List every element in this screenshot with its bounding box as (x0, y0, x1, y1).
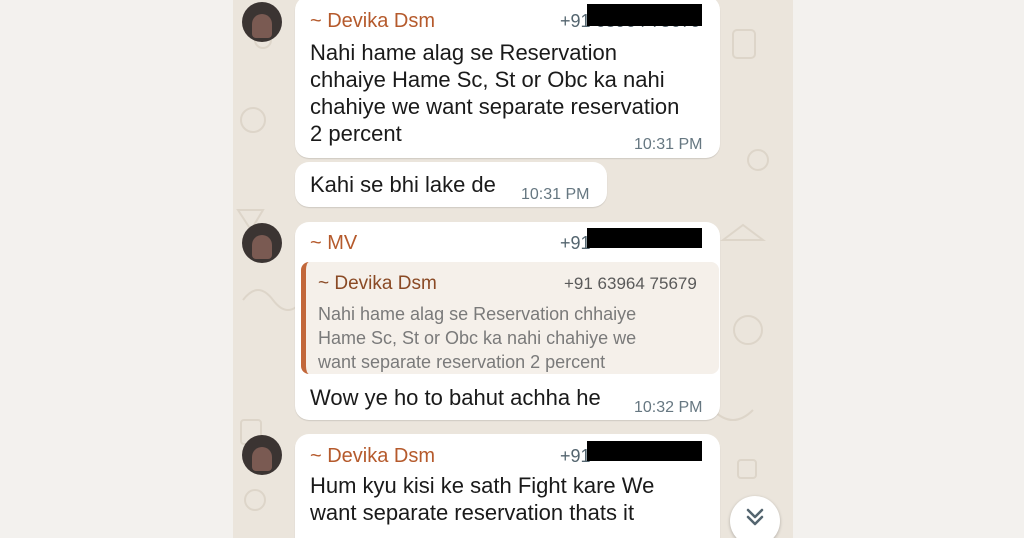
sender-phone: +91 (560, 233, 591, 253)
quoted-text-line: Hame Sc, St or Obc ka nahi chahiye we (318, 328, 637, 348)
redaction-block (587, 228, 702, 248)
quoted-sender-name: ~ Devika Dsm (318, 273, 437, 294)
message-line: Nahi hame alag se Reservation (310, 40, 617, 65)
scroll-to-bottom-button[interactable] (730, 496, 780, 538)
message-bubble[interactable]: ~ MV +91 ~ Devika Dsm +91 63964 75679 Na… (295, 222, 720, 420)
sender-name[interactable]: ~ Devika Dsm (310, 10, 435, 33)
sender-name[interactable]: ~ MV (310, 232, 357, 255)
message-line: chhaiye Hame Sc, St or Obc ka nahi (310, 67, 665, 92)
avatar[interactable] (242, 223, 282, 263)
chat-window: ~ Devika Dsm +91 63964 75679 Nahi hame a… (233, 0, 793, 538)
message-line: Hum kyu kisi ke sath Fight kare We (310, 473, 655, 498)
avatar[interactable] (242, 435, 282, 475)
message-bubble[interactable]: ~ Devika Dsm +91 Hum kyu kisi ke sath Fi… (295, 434, 720, 538)
message-time: 10:32 PM (634, 399, 703, 416)
quoted-sender-phone: +91 63964 75679 (564, 274, 697, 293)
sender-phone: +91 (560, 446, 591, 466)
message-line: Kahi se bhi lake de (310, 172, 496, 197)
quoted-text-line: want separate reservation 2 percent (318, 352, 606, 372)
message-time: 10:31 PM (521, 186, 590, 203)
quoted-message[interactable]: ~ Devika Dsm +91 63964 75679 Nahi hame a… (301, 262, 719, 374)
redaction-block (587, 4, 702, 26)
message-bubble[interactable]: Kahi se bhi lake de 10:31 PM (295, 162, 607, 207)
sender-name[interactable]: ~ Devika Dsm (310, 445, 435, 468)
message-time: 10:31 PM (634, 136, 703, 153)
message-bubble[interactable]: ~ Devika Dsm +91 63964 75679 Nahi hame a… (295, 0, 720, 158)
avatar[interactable] (242, 2, 282, 42)
quoted-text-line: Nahi hame alag se Reservation chhaiye (318, 304, 637, 324)
redaction-block (587, 441, 702, 461)
message-line: 2 percent (310, 121, 402, 146)
chevron-double-down-icon (746, 508, 764, 526)
message-line: want separate reservation thats it (310, 500, 635, 525)
message-line: chahiye we want separate reservation (310, 94, 680, 119)
message-line: Wow ye ho to bahut achha he (310, 385, 601, 410)
